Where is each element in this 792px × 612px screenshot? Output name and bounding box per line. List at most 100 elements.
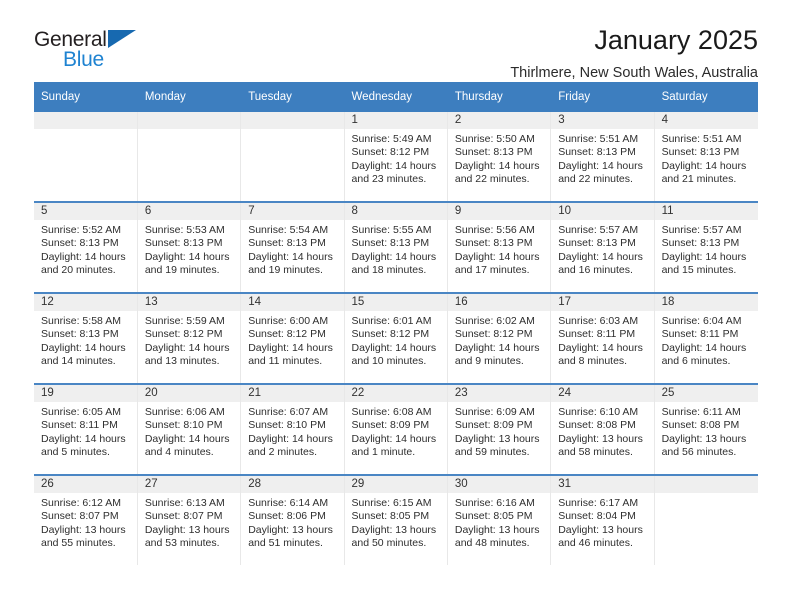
day-number: 19 (34, 385, 137, 402)
day-number: 5 (34, 203, 137, 220)
weekday-header-wednesday: Wednesday (344, 82, 448, 112)
day-number: 17 (551, 294, 654, 311)
day-cell[interactable]: 1 Sunrise: 5:49 AM Sunset: 8:12 PM Daylight… (344, 112, 448, 202)
sunset-text: Sunset: 8:12 PM (248, 328, 326, 341)
day-cell[interactable]: 26 Sunrise: 6:12 AM Sunset: 8:07 PM Dayligh… (34, 474, 138, 565)
day-cell[interactable]: 7 Sunrise: 5:54 AM Sunset: 8:13 PM Daylight… (240, 201, 345, 293)
day-cell[interactable]: 23 Sunrise: 6:09 AM Sunset: 8:09 PM Dayligh… (447, 383, 552, 475)
calendar-week-row: 19 Sunrise: 6:05 AM Sunset: 8:11 PM Dayligh… (34, 383, 758, 475)
day-cell-empty (137, 112, 242, 202)
sunset-text: Sunset: 8:13 PM (41, 237, 119, 250)
day-number: 3 (551, 112, 654, 129)
sunset-text: Sunset: 8:07 PM (144, 510, 223, 523)
day-cell[interactable]: 11 Sunrise: 5:57 AM Sunset: 8:13 PM Dayligh… (654, 201, 758, 293)
sunset-text: Sunset: 8:13 PM (661, 146, 740, 159)
logo-triangle-icon (108, 30, 136, 48)
day-number: 10 (551, 203, 654, 220)
daylight-text-line2: and 8 minutes. (558, 355, 628, 368)
day-cell[interactable]: 28 Sunrise: 6:14 AM Sunset: 8:06 PM Dayligh… (240, 474, 345, 565)
day-cell[interactable]: 12 Sunrise: 5:58 AM Sunset: 8:13 PM Dayligh… (34, 292, 138, 384)
day-cell[interactable]: 31 Sunrise: 6:17 AM Sunset: 8:04 PM Dayligh… (550, 474, 655, 565)
day-number: 11 (654, 203, 758, 220)
sunrise-text: Sunrise: 5:59 AM (144, 315, 225, 327)
day-number: 29 (344, 476, 447, 493)
sunrise-text: Sunrise: 5:51 AM (558, 133, 639, 145)
sunset-text: Sunset: 8:12 PM (144, 328, 223, 341)
day-details: Sunrise: 5:51 AM Sunset: 8:13 PM Daylight:… (655, 129, 758, 187)
day-number (654, 476, 758, 493)
location-subtitle: Thirlmere, New South Wales, Australia (510, 64, 758, 81)
sunrise-text: Sunrise: 5:55 AM (351, 224, 432, 236)
daylight-text-line2: and 13 minutes. (144, 355, 220, 368)
day-details: Sunrise: 6:03 AM Sunset: 8:11 PM Daylight:… (551, 311, 653, 369)
day-cell[interactable]: 27 Sunrise: 6:13 AM Sunset: 8:07 PM Dayligh… (137, 474, 242, 565)
daylight-text-line2: and 15 minutes. (661, 264, 737, 277)
calendar-week-row: 5 Sunrise: 5:52 AM Sunset: 8:13 PM Daylight… (34, 201, 758, 293)
day-number: 18 (654, 294, 758, 311)
daylight-text-line1: Daylight: 13 hours (558, 432, 643, 445)
sunrise-text: Sunrise: 6:12 AM (41, 497, 121, 509)
day-number: 14 (241, 294, 344, 311)
day-details: Sunrise: 6:17 AM Sunset: 8:04 PM Daylight:… (551, 493, 653, 551)
day-cell[interactable]: 17 Sunrise: 6:03 AM Sunset: 8:11 PM Dayligh… (550, 292, 655, 384)
day-details: Sunrise: 5:50 AM Sunset: 8:13 PM Daylight:… (448, 129, 550, 187)
daylight-text-line2: and 51 minutes. (248, 537, 323, 550)
daylight-text-line2: and 4 minutes. (144, 446, 214, 459)
day-number: 25 (654, 385, 758, 402)
day-details: Sunrise: 6:04 AM Sunset: 8:11 PM Daylight:… (655, 311, 758, 369)
day-details: Sunrise: 5:54 AM Sunset: 8:13 PM Daylight:… (241, 220, 343, 278)
day-number: 4 (654, 112, 758, 129)
day-number: 21 (241, 385, 344, 402)
day-cell[interactable]: 2 Sunrise: 5:50 AM Sunset: 8:13 PM Daylight… (447, 112, 552, 202)
daylight-text-line1: Daylight: 14 hours (41, 341, 126, 354)
day-cell[interactable]: 20 Sunrise: 6:06 AM Sunset: 8:10 PM Dayligh… (137, 383, 242, 475)
calendar-week-row: 1 Sunrise: 5:49 AM Sunset: 8:12 PM Daylight… (34, 112, 758, 202)
weekday-header-sunday: Sunday (34, 82, 138, 112)
day-details: Sunrise: 5:58 AM Sunset: 8:13 PM Daylight:… (34, 311, 137, 369)
weekday-header-saturday: Saturday (654, 82, 759, 112)
day-cell[interactable]: 15 Sunrise: 6:01 AM Sunset: 8:12 PM Dayligh… (344, 292, 448, 384)
daylight-text-line2: and 17 minutes. (454, 264, 530, 277)
day-cell[interactable]: 10 Sunrise: 5:57 AM Sunset: 8:13 PM Dayligh… (550, 201, 655, 293)
day-cell[interactable]: 3 Sunrise: 5:51 AM Sunset: 8:13 PM Daylight… (550, 112, 655, 202)
day-details: Sunrise: 6:12 AM Sunset: 8:07 PM Daylight:… (34, 493, 137, 551)
day-cell[interactable]: 30 Sunrise: 6:16 AM Sunset: 8:05 PM Dayligh… (447, 474, 552, 565)
sunrise-text: Sunrise: 6:17 AM (558, 497, 639, 509)
day-details: Sunrise: 6:16 AM Sunset: 8:05 PM Daylight:… (448, 493, 550, 551)
day-cell[interactable]: 29 Sunrise: 6:15 AM Sunset: 8:05 PM Dayligh… (344, 474, 448, 565)
day-cell[interactable]: 8 Sunrise: 5:55 AM Sunset: 8:13 PM Daylight… (344, 201, 448, 293)
sunrise-text: Sunrise: 6:02 AM (454, 315, 535, 327)
daylight-text-line1: Daylight: 14 hours (248, 250, 333, 263)
sunset-text: Sunset: 8:13 PM (454, 146, 533, 159)
weekday-header-tuesday: Tuesday (240, 82, 345, 112)
sunrise-text: Sunrise: 6:08 AM (351, 406, 432, 418)
calendar-header-row: Sunday Monday Tuesday Wednesday Thursday… (34, 82, 759, 112)
day-cell[interactable]: 13 Sunrise: 5:59 AM Sunset: 8:12 PM Dayligh… (137, 292, 242, 384)
daylight-text-line2: and 55 minutes. (41, 537, 116, 550)
day-cell[interactable]: 21 Sunrise: 6:07 AM Sunset: 8:10 PM Dayligh… (240, 383, 345, 475)
day-cell[interactable]: 9 Sunrise: 5:56 AM Sunset: 8:13 PM Daylight… (447, 201, 552, 293)
day-cell[interactable]: 16 Sunrise: 6:02 AM Sunset: 8:12 PM Dayligh… (447, 292, 552, 384)
daylight-text-line2: and 58 minutes. (558, 446, 633, 459)
daylight-text-line1: Daylight: 14 hours (248, 432, 333, 445)
day-number: 26 (34, 476, 137, 493)
day-cell[interactable]: 24 Sunrise: 6:10 AM Sunset: 8:08 PM Dayligh… (550, 383, 655, 475)
daylight-text-line2: and 56 minutes. (661, 446, 737, 459)
day-cell[interactable]: 19 Sunrise: 6:05 AM Sunset: 8:11 PM Dayligh… (34, 383, 138, 475)
day-cell[interactable]: 22 Sunrise: 6:08 AM Sunset: 8:09 PM Dayligh… (344, 383, 448, 475)
day-cell[interactable]: 4 Sunrise: 5:51 AM Sunset: 8:13 PM Daylight… (654, 112, 758, 202)
day-cell[interactable]: 5 Sunrise: 5:52 AM Sunset: 8:13 PM Daylight… (34, 201, 138, 293)
day-details: Sunrise: 6:00 AM Sunset: 8:12 PM Daylight:… (241, 311, 343, 369)
day-number: 6 (137, 203, 241, 220)
page-header: General Blue January 2025 Thirlmere, New… (34, 0, 758, 80)
daylight-text-line1: Daylight: 14 hours (454, 341, 540, 354)
sunset-text: Sunset: 8:07 PM (41, 510, 119, 523)
general-blue-logo[interactable]: General Blue (34, 26, 154, 74)
sunrise-text: Sunrise: 6:04 AM (661, 315, 742, 327)
day-cell[interactable]: 18 Sunrise: 6:04 AM Sunset: 8:11 PM Dayligh… (654, 292, 758, 384)
day-cell[interactable]: 25 Sunrise: 6:11 AM Sunset: 8:08 PM Dayligh… (654, 383, 758, 475)
day-number: 9 (447, 203, 551, 220)
day-details: Sunrise: 5:52 AM Sunset: 8:13 PM Daylight:… (34, 220, 137, 278)
day-cell[interactable]: 14 Sunrise: 6:00 AM Sunset: 8:12 PM Dayligh… (240, 292, 345, 384)
day-cell[interactable]: 6 Sunrise: 5:53 AM Sunset: 8:13 PM Daylight… (137, 201, 242, 293)
